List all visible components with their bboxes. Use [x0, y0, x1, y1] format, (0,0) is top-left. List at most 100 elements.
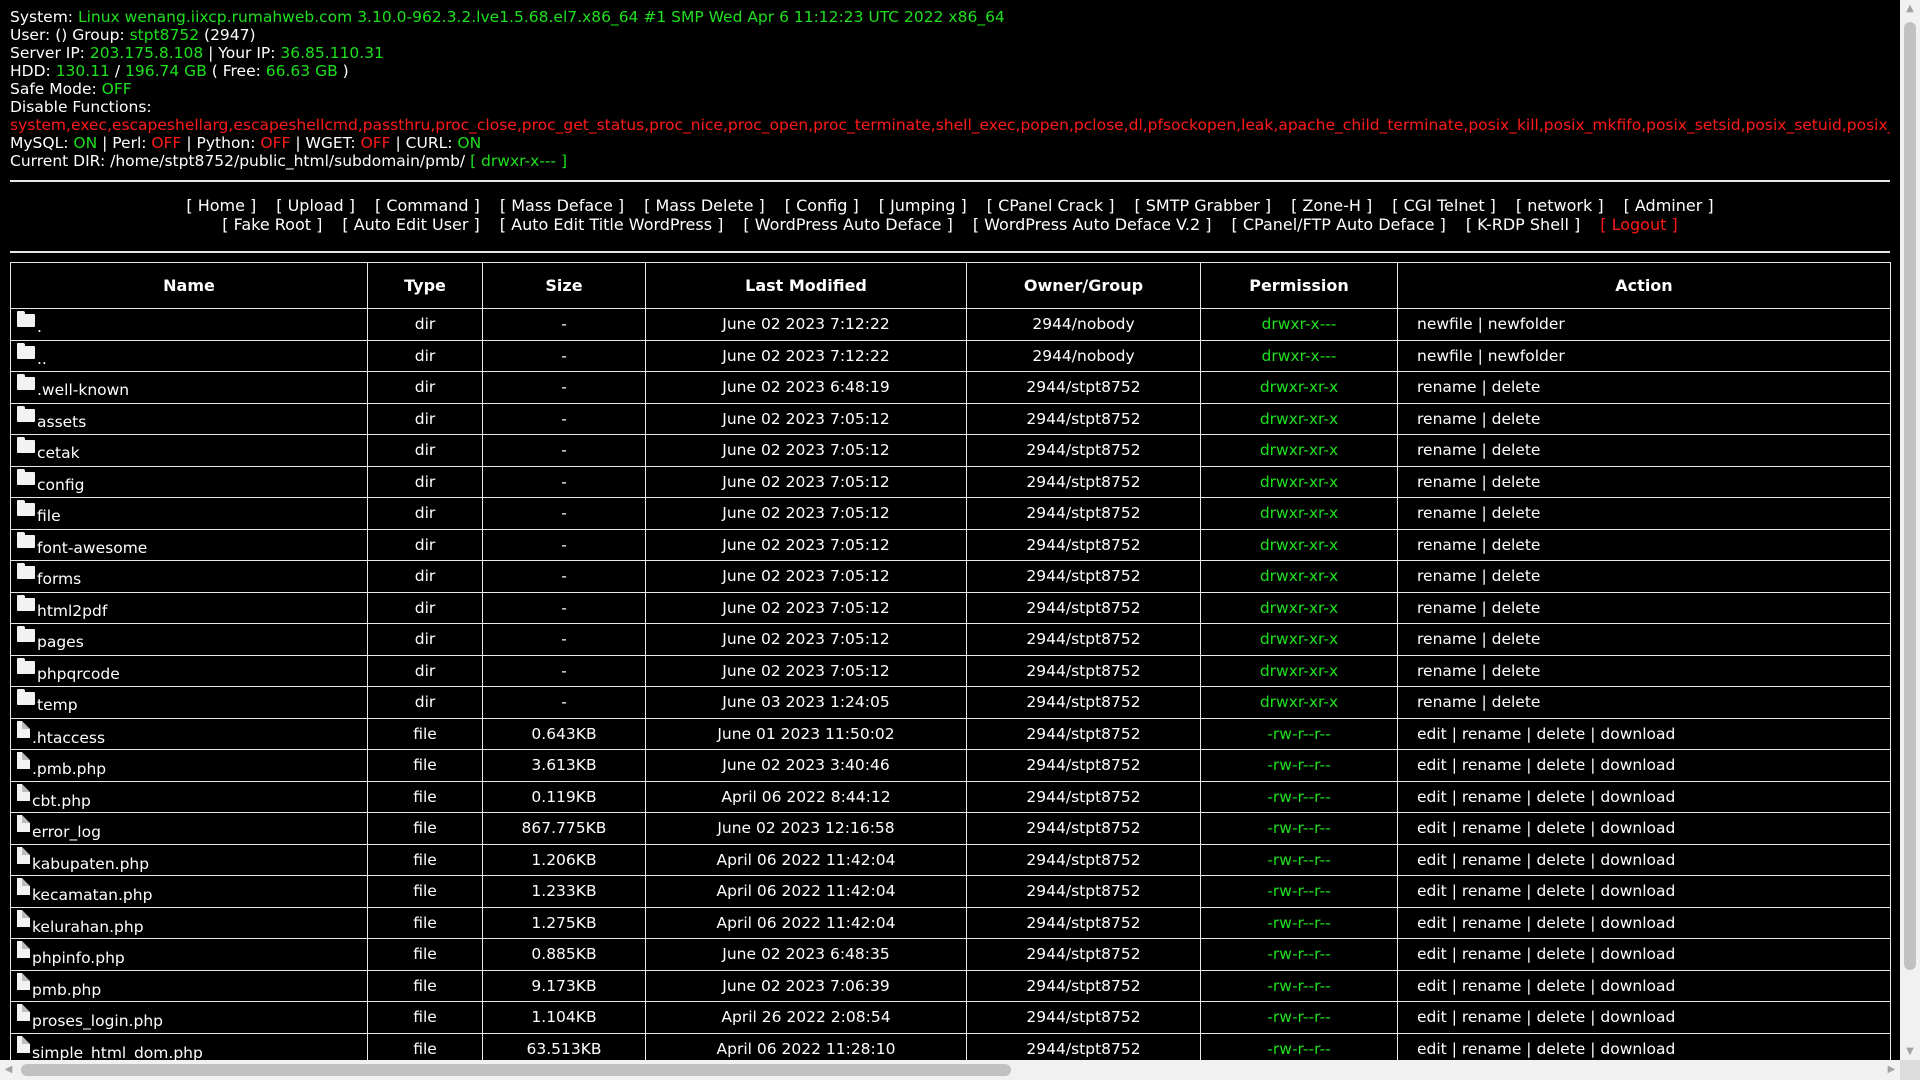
action-newfile-link[interactable]: newfile	[1417, 347, 1473, 365]
file-link[interactable]: proses_login.php	[32, 1012, 163, 1030]
folder-link[interactable]: cetak	[37, 444, 80, 462]
action-delete-link[interactable]: delete	[1492, 693, 1541, 711]
action-delete-link[interactable]: delete	[1536, 977, 1585, 995]
current-dir-path[interactable]: /home/stpt8752/public_html/subdomain/pmb…	[110, 152, 470, 170]
nav-command[interactable]: [ Command ]	[375, 196, 480, 215]
folder-link[interactable]: assets	[37, 413, 86, 431]
cell-permission[interactable]: -rw-r--r--	[1200, 969, 1398, 1002]
action-rename-link[interactable]: rename	[1417, 599, 1477, 617]
action-rename-link[interactable]: rename	[1417, 504, 1477, 522]
action-download-link[interactable]: download	[1600, 914, 1675, 932]
action-delete-link[interactable]: delete	[1492, 378, 1541, 396]
cell-permission[interactable]: drwxr-xr-x	[1200, 465, 1398, 498]
nav-smtp-grabber[interactable]: [ SMTP Grabber ]	[1134, 196, 1271, 215]
cell-permission[interactable]: -rw-r--r--	[1200, 938, 1398, 971]
vertical-scrollbar[interactable]: ▲ ▼	[1900, 0, 1920, 1060]
action-download-link[interactable]: download	[1600, 788, 1675, 806]
cell-permission[interactable]: -rw-r--r--	[1200, 1001, 1398, 1034]
action-delete-link[interactable]: delete	[1536, 819, 1585, 837]
nav-k-rdp-shell[interactable]: [ K-RDP Shell ]	[1466, 215, 1580, 234]
action-edit-link[interactable]: edit	[1417, 914, 1447, 932]
action-delete-link[interactable]: delete	[1492, 536, 1541, 554]
cell-permission[interactable]: drwxr-xr-x	[1200, 686, 1398, 719]
action-rename-link[interactable]: rename	[1462, 914, 1522, 932]
action-newfile-link[interactable]: newfile	[1417, 315, 1473, 333]
action-edit-link[interactable]: edit	[1417, 788, 1447, 806]
cell-permission[interactable]: -rw-r--r--	[1200, 1032, 1398, 1060]
cell-permission[interactable]: -rw-r--r--	[1200, 843, 1398, 876]
nav-config[interactable]: [ Config ]	[785, 196, 859, 215]
action-rename-link[interactable]: rename	[1417, 630, 1477, 648]
action-delete-link[interactable]: delete	[1536, 788, 1585, 806]
action-download-link[interactable]: download	[1600, 725, 1675, 743]
action-edit-link[interactable]: edit	[1417, 945, 1447, 963]
file-link[interactable]: .htaccess	[32, 729, 105, 747]
cell-permission[interactable]: drwxr-xr-x	[1200, 654, 1398, 687]
cell-permission[interactable]: drwxr-xr-x	[1200, 623, 1398, 656]
nav-wordpress-auto-deface-v2[interactable]: [ WordPress Auto Deface V.2 ]	[973, 215, 1212, 234]
file-link[interactable]: kecamatan.php	[32, 886, 152, 904]
nav-mass-delete[interactable]: [ Mass Delete ]	[644, 196, 765, 215]
cell-permission[interactable]: drwxr-xr-x	[1200, 371, 1398, 404]
scroll-left-arrow-icon[interactable]: ◀	[0, 1060, 17, 1080]
action-rename-link[interactable]: rename	[1462, 851, 1522, 869]
action-rename-link[interactable]: rename	[1462, 945, 1522, 963]
folder-link[interactable]: ..	[37, 350, 47, 368]
cell-permission[interactable]: drwxr-xr-x	[1200, 528, 1398, 561]
file-link[interactable]: cbt.php	[32, 792, 91, 810]
action-rename-link[interactable]: rename	[1417, 378, 1477, 396]
action-rename-link[interactable]: rename	[1462, 788, 1522, 806]
action-rename-link[interactable]: rename	[1462, 1040, 1522, 1058]
cell-permission[interactable]: drwxr-xr-x	[1200, 434, 1398, 467]
nav-cpanel-crack[interactable]: [ CPanel Crack ]	[987, 196, 1115, 215]
action-rename-link[interactable]: rename	[1417, 662, 1477, 680]
folder-link[interactable]: html2pdf	[37, 602, 107, 620]
nav-fake-root[interactable]: [ Fake Root ]	[222, 215, 322, 234]
scroll-down-arrow-icon[interactable]: ▼	[1900, 1043, 1920, 1060]
action-rename-link[interactable]: rename	[1417, 693, 1477, 711]
action-download-link[interactable]: download	[1600, 977, 1675, 995]
action-rename-link[interactable]: rename	[1462, 725, 1522, 743]
nav-auto-edit-title-wordpress[interactable]: [ Auto Edit Title WordPress ]	[500, 215, 724, 234]
folder-link[interactable]: pages	[37, 633, 84, 651]
file-link[interactable]: phpinfo.php	[32, 949, 125, 967]
action-delete-link[interactable]: delete	[1492, 662, 1541, 680]
action-download-link[interactable]: download	[1600, 1008, 1675, 1026]
action-edit-link[interactable]: edit	[1417, 851, 1447, 869]
horizontal-scroll-thumb[interactable]	[21, 1064, 1011, 1076]
nav-upload[interactable]: [ Upload ]	[276, 196, 355, 215]
cell-permission[interactable]: -rw-r--r--	[1200, 812, 1398, 845]
cell-permission[interactable]: drwxr-xr-x	[1200, 560, 1398, 593]
action-edit-link[interactable]: edit	[1417, 977, 1447, 995]
action-rename-link[interactable]: rename	[1462, 1008, 1522, 1026]
action-edit-link[interactable]: edit	[1417, 756, 1447, 774]
nav-wordpress-auto-deface[interactable]: [ WordPress Auto Deface ]	[743, 215, 952, 234]
action-edit-link[interactable]: edit	[1417, 819, 1447, 837]
action-newfolder-link[interactable]: newfolder	[1488, 315, 1565, 333]
action-delete-link[interactable]: delete	[1492, 410, 1541, 428]
action-delete-link[interactable]: delete	[1492, 630, 1541, 648]
cell-permission[interactable]: -rw-r--r--	[1200, 780, 1398, 813]
nav-network[interactable]: [ network ]	[1516, 196, 1604, 215]
nav-logout[interactable]: [ Logout ]	[1600, 215, 1677, 234]
action-delete-link[interactable]: delete	[1536, 1008, 1585, 1026]
folder-link[interactable]: forms	[37, 570, 81, 588]
cell-permission[interactable]: -rw-r--r--	[1200, 749, 1398, 782]
action-rename-link[interactable]: rename	[1462, 882, 1522, 900]
action-edit-link[interactable]: edit	[1417, 882, 1447, 900]
nav-cpanel-ftp-auto-deface[interactable]: [ CPanel/FTP Auto Deface ]	[1232, 215, 1446, 234]
file-link[interactable]: kabupaten.php	[32, 855, 149, 873]
folder-link[interactable]: temp	[37, 696, 78, 714]
action-delete-link[interactable]: delete	[1492, 441, 1541, 459]
action-rename-link[interactable]: rename	[1462, 819, 1522, 837]
nav-zone-h[interactable]: [ Zone-H ]	[1291, 196, 1372, 215]
file-link[interactable]: error_log	[32, 823, 101, 841]
scroll-right-arrow-icon[interactable]: ▶	[1883, 1060, 1900, 1080]
action-delete-link[interactable]: delete	[1536, 851, 1585, 869]
file-link[interactable]: kelurahan.php	[32, 918, 144, 936]
action-download-link[interactable]: download	[1600, 882, 1675, 900]
action-delete-link[interactable]: delete	[1536, 756, 1585, 774]
nav-auto-edit-user[interactable]: [ Auto Edit User ]	[342, 215, 479, 234]
action-rename-link[interactable]: rename	[1417, 567, 1477, 585]
cell-permission[interactable]: -rw-r--r--	[1200, 875, 1398, 908]
